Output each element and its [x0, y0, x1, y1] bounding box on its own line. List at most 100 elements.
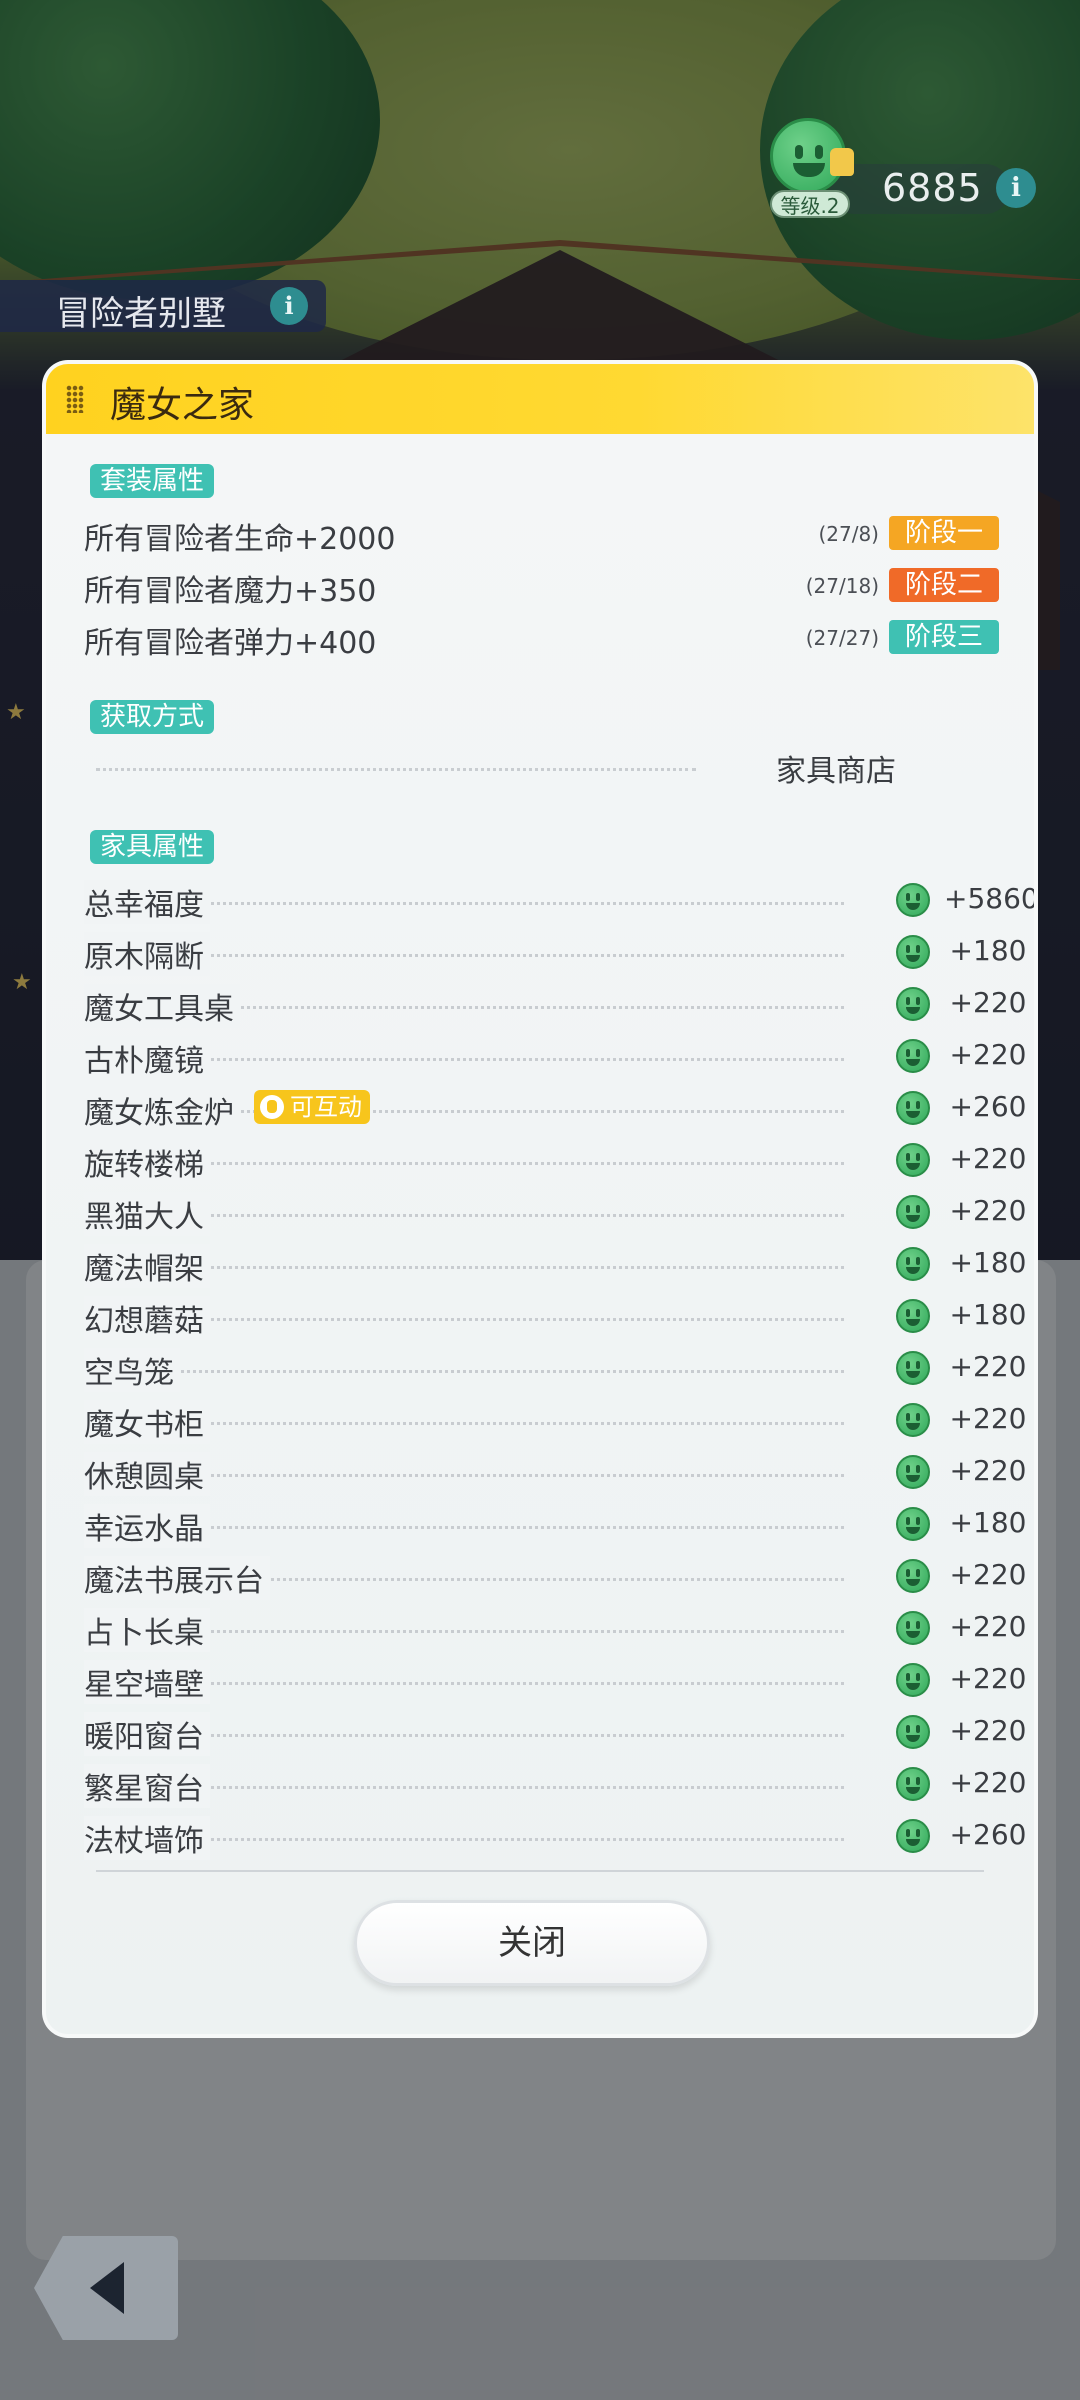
furniture-row[interactable]: 星空墙壁 +220	[84, 1660, 1034, 1704]
happiness-value: +220	[949, 1714, 1027, 1747]
happiness-value: +260	[949, 1818, 1027, 1851]
happiness-icon	[896, 1403, 930, 1437]
back-arrow-icon	[90, 2262, 124, 2314]
furniture-row[interactable]: 魔法书展示台 +220	[84, 1556, 1034, 1600]
happiness-value: +220	[949, 1402, 1027, 1435]
dotted-leader	[96, 768, 696, 771]
furniture-row[interactable]: 古朴魔镜 +220	[84, 1036, 1034, 1080]
happiness-icon	[896, 1715, 930, 1749]
interactive-badge-label: 可互动	[290, 1093, 362, 1121]
close-button[interactable]: 关闭	[354, 1900, 710, 1986]
happiness-icon	[896, 987, 930, 1021]
happiness-icon	[896, 1611, 930, 1645]
happiness-value: +5860	[944, 882, 1034, 915]
happiness-icon	[896, 1351, 930, 1385]
total-happiness-row[interactable]: 总幸福度 +5860	[84, 880, 1034, 924]
furniture-name: 魔女炼金炉	[84, 1088, 240, 1132]
furniture-name: 魔女书柜	[84, 1400, 210, 1444]
happiness-value: +220	[949, 1662, 1027, 1695]
acquisition-tag: 获取方式	[90, 700, 215, 734]
happiness-value: +220	[949, 1766, 1027, 1799]
happiness-value: +220	[949, 1558, 1027, 1591]
info-icon[interactable]: i	[996, 168, 1036, 208]
happiness-value: +220	[949, 1142, 1027, 1175]
tap-hand-icon	[260, 1095, 284, 1119]
furniture-name: 旋转楼梯	[84, 1140, 210, 1184]
furniture-row[interactable]: 魔女工具桌 +220	[84, 984, 1034, 1028]
set-bonus-row: 所有冒险者弹力+400 (27/27) 阶段三	[84, 618, 999, 661]
set-detail-dialog: 魔女之家 套装属性 所有冒险者生命+2000 (27/8) 阶段一 所有冒险者魔…	[46, 364, 1034, 2034]
furniture-row[interactable]: 旋转楼梯 +220	[84, 1140, 1034, 1184]
happiness-icon	[896, 935, 930, 969]
furniture-row[interactable]: 幻想蘑菇 +180	[84, 1296, 1034, 1340]
happiness-level-widget[interactable]: 等级.2 6885	[770, 118, 1020, 218]
furniture-row[interactable]: 黑猫大人 +220	[84, 1192, 1034, 1236]
stage-badge: 阶段三	[889, 620, 999, 654]
furniture-row[interactable]: 幸运水晶 +180	[84, 1504, 1034, 1548]
set-bonus-row: 所有冒险者生命+2000 (27/8) 阶段一	[84, 514, 999, 557]
happiness-value: +220	[949, 986, 1027, 1019]
interactive-badge: 可互动	[254, 1090, 370, 1124]
thumbs-up-icon	[830, 148, 854, 176]
location-name: 冒险者别墅	[56, 294, 226, 334]
level-badge: 等级.2	[770, 190, 850, 218]
dialog-header: 魔女之家	[46, 364, 1034, 434]
furniture-row[interactable]: 原木隔断 +180	[84, 932, 1034, 976]
furniture-name: 幸运水晶	[84, 1504, 210, 1548]
acquisition-row[interactable]: 家具商店	[96, 746, 996, 789]
furniture-name: 魔女工具桌	[84, 984, 240, 1028]
happiness-icon	[896, 1143, 930, 1177]
happiness-icon	[896, 1247, 930, 1281]
furniture-name: 魔法帽架	[84, 1244, 210, 1288]
dotted-leader	[84, 1370, 844, 1373]
furniture-row[interactable]: 魔法帽架 +180	[84, 1244, 1034, 1288]
furniture-row[interactable]: 魔女炼金炉 可互动 +260	[84, 1088, 1034, 1132]
happiness-value: +180	[949, 1246, 1027, 1279]
set-bonus-name: 所有冒险者生命+2000	[84, 522, 396, 557]
furniture-row[interactable]: 休憩圆桌 +220	[84, 1452, 1034, 1496]
happiness-icon	[896, 883, 930, 917]
happiness-icon	[896, 1559, 930, 1593]
furniture-row[interactable]: 暖阳窗台 +220	[84, 1712, 1034, 1756]
happiness-value: +180	[949, 1506, 1027, 1539]
grip-icon	[66, 385, 84, 413]
happiness-value: +180	[949, 934, 1027, 967]
happiness-icon	[896, 1663, 930, 1697]
furniture-name: 原木隔断	[84, 932, 210, 976]
furniture-row[interactable]: 繁星窗台 +220	[84, 1764, 1034, 1808]
dialog-body: 套装属性 所有冒险者生命+2000 (27/8) 阶段一 所有冒险者魔力+350…	[46, 434, 1034, 2034]
happiness-value: +220	[949, 1350, 1027, 1383]
back-button[interactable]	[34, 2236, 178, 2340]
furniture-name: 空鸟笼	[84, 1348, 180, 1392]
stage-badge: 阶段一	[889, 516, 999, 550]
info-icon[interactable]: i	[270, 287, 308, 325]
furniture-name: 黑猫大人	[84, 1192, 210, 1236]
furniture-name: 繁星窗台	[84, 1764, 210, 1808]
happiness-icon	[896, 1819, 930, 1853]
happiness-score: 6885	[882, 166, 983, 210]
furniture-name: 占卜长桌	[84, 1608, 210, 1652]
set-bonus-name: 所有冒险者弹力+400	[84, 626, 377, 661]
happiness-value: +180	[949, 1298, 1027, 1331]
happiness-icon	[896, 1039, 930, 1073]
set-bonus-name: 所有冒险者魔力+350	[84, 574, 377, 609]
furniture-name: 暖阳窗台	[84, 1712, 210, 1756]
furniture-name: 星空墙壁	[84, 1660, 210, 1704]
happiness-icon	[896, 1091, 930, 1125]
set-attributes-tag: 套装属性	[90, 464, 215, 498]
furniture-row[interactable]: 法杖墙饰 +260	[84, 1816, 1034, 1860]
divider	[96, 1870, 984, 1872]
happiness-value: +220	[949, 1194, 1027, 1227]
happiness-value: +220	[949, 1038, 1027, 1071]
furniture-row[interactable]: 魔女书柜 +220	[84, 1400, 1034, 1444]
set-bonus-row: 所有冒险者魔力+350 (27/18) 阶段二	[84, 566, 999, 609]
furniture-row[interactable]: 空鸟笼 +220	[84, 1348, 1034, 1392]
furniture-name: 总幸福度	[84, 880, 210, 924]
dialog-title: 魔女之家	[110, 385, 255, 426]
furniture-name: 古朴魔镜	[84, 1036, 210, 1080]
furniture-name: 休憩圆桌	[84, 1452, 210, 1496]
furniture-name: 法杖墙饰	[84, 1816, 210, 1860]
furniture-name: 魔法书展示台	[84, 1556, 270, 1600]
happiness-icon	[896, 1767, 930, 1801]
furniture-row[interactable]: 占卜长桌 +220	[84, 1608, 1034, 1652]
